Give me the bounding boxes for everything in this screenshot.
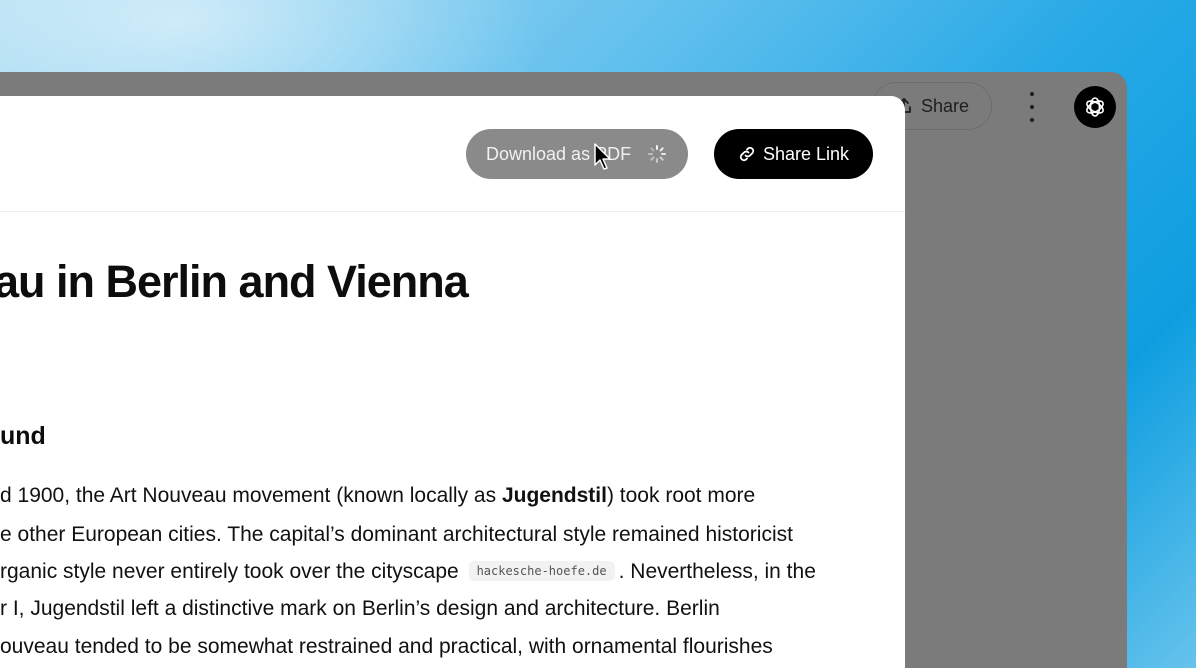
citation-chip[interactable]: hackesche-hoefe.de	[468, 561, 615, 581]
mouse-pointer-icon	[594, 143, 611, 170]
download-pdf-button[interactable]: Download as PDF	[466, 129, 688, 179]
panel-header: Download as PDF Share Link	[0, 96, 905, 212]
paragraph-line: e other European cities. The capital’s d…	[0, 523, 793, 546]
loading-spinner-icon	[648, 145, 666, 163]
section-heading: und	[0, 422, 46, 450]
paragraph-line: d 1900, the Art Nouveau movement (known …	[0, 484, 756, 507]
share-link-button[interactable]: Share Link	[714, 129, 873, 179]
link-icon	[739, 146, 755, 162]
bold-term: Jugendstil	[501, 484, 607, 507]
paragraph-line: rganic style never entirely took over th…	[0, 560, 816, 583]
share-link-label: Share Link	[762, 143, 850, 164]
openai-logo-icon[interactable]	[1074, 86, 1116, 128]
paragraph-line: ouveau tended to be somewhat restrained …	[0, 635, 773, 658]
document-title: au in Berlin and Vienna	[0, 256, 469, 307]
more-options-icon[interactable]	[1020, 92, 1044, 122]
paragraph-line: r I, Jugendstil left a distinctive mark …	[0, 597, 720, 620]
share-button-label: Share	[920, 95, 970, 116]
document-panel: Download as PDF Share Link au in Berlin …	[0, 96, 905, 668]
